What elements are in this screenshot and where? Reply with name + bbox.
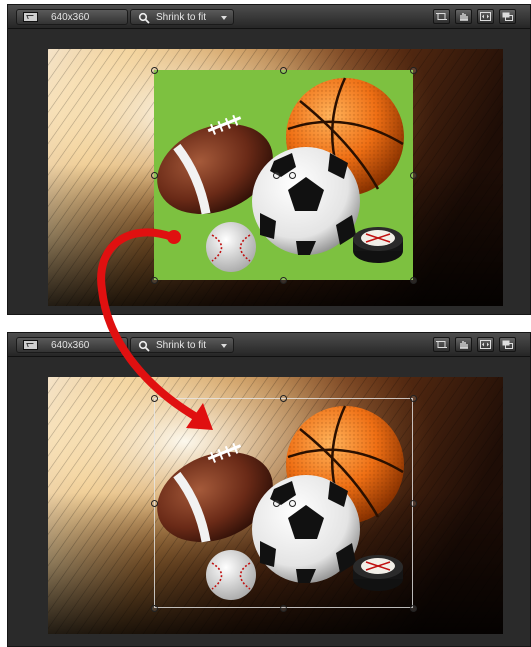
move-button[interactable] (455, 9, 472, 24)
soccer-ball (252, 475, 360, 583)
rotate-handle-right[interactable] (289, 172, 296, 179)
resize-handle-bottom[interactable] (280, 277, 287, 284)
baseball (206, 550, 256, 600)
preview-panel-before: 640x360 Shrink to fit (7, 4, 531, 315)
crop-icon (436, 341, 447, 348)
preview-canvas[interactable] (48, 49, 503, 306)
move-button[interactable] (455, 337, 472, 352)
resize-handle-bottom-right[interactable] (410, 605, 417, 612)
resolution-icon (23, 340, 38, 350)
fit-mode-dropdown[interactable]: Shrink to fit (130, 337, 234, 353)
rotate-handle-left[interactable] (273, 172, 280, 179)
fit-button[interactable] (477, 337, 494, 352)
resize-handle-bottom-right[interactable] (410, 277, 417, 284)
resize-handle-bottom[interactable] (280, 605, 287, 612)
hand-icon (460, 341, 468, 349)
crop-icon (436, 13, 447, 20)
hockey-puck (353, 227, 403, 263)
resize-handle-bottom-left[interactable] (151, 277, 158, 284)
resize-handle-right[interactable] (410, 172, 417, 179)
resize-handle-top[interactable] (280, 67, 287, 74)
rotate-handle-left[interactable] (273, 500, 280, 507)
magnifier-icon (138, 340, 150, 352)
stretch-button[interactable] (499, 337, 516, 352)
resize-handle-top-right[interactable] (410, 395, 417, 402)
resize-handle-left[interactable] (151, 500, 158, 507)
preview-canvas[interactable] (48, 377, 503, 634)
resolution-label: 640x360 (51, 340, 90, 351)
crop-button[interactable] (433, 9, 450, 24)
crop-button[interactable] (433, 337, 450, 352)
stretch-icon (502, 12, 513, 21)
hockey-puck (353, 555, 403, 591)
stretch-icon (502, 340, 513, 349)
hand-icon (460, 13, 468, 21)
chevron-down-icon (221, 16, 227, 20)
resolution-label: 640x360 (51, 12, 90, 23)
resolution-button[interactable]: 640x360 (16, 337, 128, 353)
resize-handle-bottom-left[interactable] (151, 605, 158, 612)
chevron-down-icon (221, 344, 227, 348)
soccer-ball (252, 147, 360, 255)
fit-mode-dropdown[interactable]: Shrink to fit (130, 9, 234, 25)
preview-panel-after: 640x360 Shrink to fit (7, 332, 531, 647)
baseball (206, 222, 256, 272)
stretch-button[interactable] (499, 9, 516, 24)
resize-handle-top-left[interactable] (151, 67, 158, 74)
resize-handle-top-left[interactable] (151, 395, 158, 402)
fit-mode-label: Shrink to fit (156, 12, 207, 23)
fit-button[interactable] (477, 9, 494, 24)
preview-toolbar: 640x360 Shrink to fit (8, 5, 530, 29)
resize-handle-left[interactable] (151, 172, 158, 179)
fit-mode-label: Shrink to fit (156, 340, 207, 351)
resize-handle-top[interactable] (280, 395, 287, 402)
magnifier-icon (138, 12, 150, 24)
resolution-button[interactable]: 640x360 (16, 9, 128, 25)
resize-handle-right[interactable] (410, 500, 417, 507)
rotate-handle-right[interactable] (289, 500, 296, 507)
fit-icon (480, 12, 491, 21)
resize-handle-top-right[interactable] (410, 67, 417, 74)
preview-toolbar: 640x360 Shrink to fit (8, 333, 530, 357)
resolution-icon (23, 12, 38, 22)
fit-icon (480, 340, 491, 349)
